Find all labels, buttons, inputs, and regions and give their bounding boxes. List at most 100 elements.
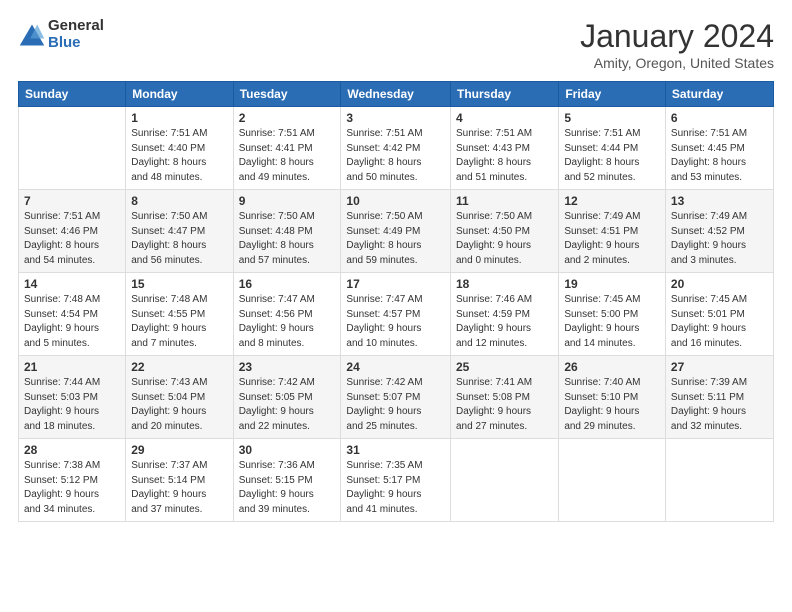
day-number: 3 — [346, 111, 445, 125]
week-row-2: 14Sunrise: 7:48 AM Sunset: 4:54 PM Dayli… — [19, 273, 774, 356]
logo-blue-text: Blue — [48, 35, 104, 52]
day-number: 2 — [239, 111, 336, 125]
day-number: 17 — [346, 277, 445, 291]
day-cell-3-1: 22 Sunrise: 7:43 AM Sunset: 5:04 PM Dayli… — [126, 356, 233, 439]
day-info: Sunrise: 7:37 AM Sunset: 5:14 PM Dayligh… — [131, 459, 227, 517]
day-cell-3-0: 21 Sunrise: 7:44 AM Sunset: 5:03 PM Dayli… — [19, 356, 126, 439]
day-number: 18 — [456, 277, 553, 291]
day-cell-0-1: 1 Sunrise: 7:51 AM Sunset: 4:40 PM Daylig… — [126, 107, 233, 190]
day-number: 25 — [456, 360, 553, 374]
day-cell-2-3: 17 Sunrise: 7:47 AM Sunset: 4:57 PM Dayli… — [341, 273, 451, 356]
day-cell-2-6: 20 Sunrise: 7:45 AM Sunset: 5:01 PM Dayli… — [665, 273, 773, 356]
day-info: Sunrise: 7:49 AM Sunset: 4:51 PM Dayligh… — [564, 210, 660, 268]
day-number: 12 — [564, 194, 660, 208]
day-cell-2-5: 19 Sunrise: 7:45 AM Sunset: 5:00 PM Dayli… — [559, 273, 666, 356]
col-thursday: Thursday — [450, 82, 558, 107]
day-number: 6 — [671, 111, 768, 125]
day-cell-1-6: 13 Sunrise: 7:49 AM Sunset: 4:52 PM Dayli… — [665, 190, 773, 273]
day-cell-1-1: 8Sunrise: 7:50 AM Sunset: 4:47 PM Daylig… — [126, 190, 233, 273]
day-info: Sunrise: 7:49 AM Sunset: 4:52 PM Dayligh… — [671, 210, 768, 268]
day-info: Sunrise: 7:36 AM Sunset: 5:15 PM Dayligh… — [239, 459, 336, 517]
day-cell-3-4: 25 Sunrise: 7:41 AM Sunset: 5:08 PM Dayli… — [450, 356, 558, 439]
day-number: 19 — [564, 277, 660, 291]
day-number: 21 — [24, 360, 120, 374]
day-cell-1-0: 7 Sunrise: 7:51 AM Sunset: 4:46 PM Daylig… — [19, 190, 126, 273]
day-cell-3-3: 24Sunrise: 7:42 AM Sunset: 5:07 PM Dayli… — [341, 356, 451, 439]
logo-icon — [18, 21, 46, 49]
day-cell-3-6: 27 Sunrise: 7:39 AM Sunset: 5:11 PM Dayli… — [665, 356, 773, 439]
day-info: Sunrise: 7:51 AM Sunset: 4:40 PM Dayligh… — [131, 127, 227, 185]
day-cell-0-6: 6 Sunrise: 7:51 AM Sunset: 4:45 PM Daylig… — [665, 107, 773, 190]
logo: General Blue — [18, 18, 104, 51]
day-cell-2-4: 18 Sunrise: 7:46 AM Sunset: 4:59 PM Dayli… — [450, 273, 558, 356]
week-row-4: 28 Sunrise: 7:38 AM Sunset: 5:12 PM Dayli… — [19, 439, 774, 522]
day-cell-3-5: 26Sunrise: 7:40 AM Sunset: 5:10 PM Dayli… — [559, 356, 666, 439]
week-row-1: 7 Sunrise: 7:51 AM Sunset: 4:46 PM Daylig… — [19, 190, 774, 273]
logo-text: General Blue — [48, 18, 104, 51]
day-cell-0-3: 3Sunrise: 7:51 AM Sunset: 4:42 PM Daylig… — [341, 107, 451, 190]
day-info: Sunrise: 7:50 AM Sunset: 4:49 PM Dayligh… — [346, 210, 445, 268]
day-number: 15 — [131, 277, 227, 291]
week-row-0: 1 Sunrise: 7:51 AM Sunset: 4:40 PM Daylig… — [19, 107, 774, 190]
logo-general-text: General — [48, 18, 104, 35]
day-number: 9 — [239, 194, 336, 208]
day-cell-2-2: 16Sunrise: 7:47 AM Sunset: 4:56 PM Dayli… — [233, 273, 341, 356]
day-cell-0-5: 5 Sunrise: 7:51 AM Sunset: 4:44 PM Daylig… — [559, 107, 666, 190]
day-info: Sunrise: 7:48 AM Sunset: 4:54 PM Dayligh… — [24, 293, 120, 351]
day-number: 20 — [671, 277, 768, 291]
day-number: 11 — [456, 194, 553, 208]
day-cell-0-4: 4Sunrise: 7:51 AM Sunset: 4:43 PM Daylig… — [450, 107, 558, 190]
day-number: 5 — [564, 111, 660, 125]
header-row: Sunday Monday Tuesday Wednesday Thursday… — [19, 82, 774, 107]
day-number: 29 — [131, 443, 227, 457]
day-info: Sunrise: 7:43 AM Sunset: 5:04 PM Dayligh… — [131, 376, 227, 434]
day-info: Sunrise: 7:51 AM Sunset: 4:44 PM Dayligh… — [564, 127, 660, 185]
location: Amity, Oregon, United States — [580, 55, 774, 71]
day-number: 23 — [239, 360, 336, 374]
day-number: 27 — [671, 360, 768, 374]
day-cell-4-3: 31Sunrise: 7:35 AM Sunset: 5:17 PM Dayli… — [341, 439, 451, 522]
day-info: Sunrise: 7:47 AM Sunset: 4:57 PM Dayligh… — [346, 293, 445, 351]
day-cell-4-5 — [559, 439, 666, 522]
day-info: Sunrise: 7:46 AM Sunset: 4:59 PM Dayligh… — [456, 293, 553, 351]
day-info: Sunrise: 7:51 AM Sunset: 4:41 PM Dayligh… — [239, 127, 336, 185]
day-info: Sunrise: 7:41 AM Sunset: 5:08 PM Dayligh… — [456, 376, 553, 434]
day-info: Sunrise: 7:48 AM Sunset: 4:55 PM Dayligh… — [131, 293, 227, 351]
col-sunday: Sunday — [19, 82, 126, 107]
day-number: 7 — [24, 194, 120, 208]
day-cell-1-4: 11 Sunrise: 7:50 AM Sunset: 4:50 PM Dayli… — [450, 190, 558, 273]
header: General Blue January 2024 Amity, Oregon,… — [18, 18, 774, 71]
day-number: 13 — [671, 194, 768, 208]
day-info: Sunrise: 7:51 AM Sunset: 4:45 PM Dayligh… — [671, 127, 768, 185]
day-cell-3-2: 23Sunrise: 7:42 AM Sunset: 5:05 PM Dayli… — [233, 356, 341, 439]
day-info: Sunrise: 7:45 AM Sunset: 5:01 PM Dayligh… — [671, 293, 768, 351]
day-info: Sunrise: 7:38 AM Sunset: 5:12 PM Dayligh… — [24, 459, 120, 517]
day-info: Sunrise: 7:44 AM Sunset: 5:03 PM Dayligh… — [24, 376, 120, 434]
day-cell-1-5: 12 Sunrise: 7:49 AM Sunset: 4:51 PM Dayli… — [559, 190, 666, 273]
day-info: Sunrise: 7:47 AM Sunset: 4:56 PM Dayligh… — [239, 293, 336, 351]
day-number: 28 — [24, 443, 120, 457]
day-number: 30 — [239, 443, 336, 457]
day-info: Sunrise: 7:51 AM Sunset: 4:46 PM Dayligh… — [24, 210, 120, 268]
day-info: Sunrise: 7:45 AM Sunset: 5:00 PM Dayligh… — [564, 293, 660, 351]
day-number: 1 — [131, 111, 227, 125]
day-number: 10 — [346, 194, 445, 208]
col-saturday: Saturday — [665, 82, 773, 107]
day-info: Sunrise: 7:39 AM Sunset: 5:11 PM Dayligh… — [671, 376, 768, 434]
day-info: Sunrise: 7:50 AM Sunset: 4:50 PM Dayligh… — [456, 210, 553, 268]
calendar-page: General Blue January 2024 Amity, Oregon,… — [0, 0, 792, 612]
day-number: 8 — [131, 194, 227, 208]
day-number: 22 — [131, 360, 227, 374]
day-cell-4-0: 28 Sunrise: 7:38 AM Sunset: 5:12 PM Dayli… — [19, 439, 126, 522]
col-monday: Monday — [126, 82, 233, 107]
day-info: Sunrise: 7:35 AM Sunset: 5:17 PM Dayligh… — [346, 459, 445, 517]
week-row-3: 21 Sunrise: 7:44 AM Sunset: 5:03 PM Dayli… — [19, 356, 774, 439]
day-cell-4-2: 30 Sunrise: 7:36 AM Sunset: 5:15 PM Dayli… — [233, 439, 341, 522]
day-info: Sunrise: 7:40 AM Sunset: 5:10 PM Dayligh… — [564, 376, 660, 434]
day-cell-1-3: 10 Sunrise: 7:50 AM Sunset: 4:49 PM Dayli… — [341, 190, 451, 273]
col-tuesday: Tuesday — [233, 82, 341, 107]
day-info: Sunrise: 7:50 AM Sunset: 4:48 PM Dayligh… — [239, 210, 336, 268]
calendar-table: Sunday Monday Tuesday Wednesday Thursday… — [18, 81, 774, 522]
day-cell-4-4 — [450, 439, 558, 522]
month-title: January 2024 — [580, 18, 774, 55]
